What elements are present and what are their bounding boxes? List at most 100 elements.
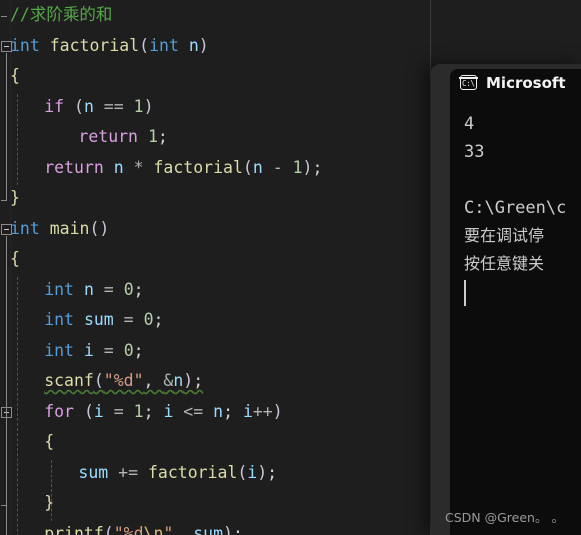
code-line[interactable]: }: [0, 488, 431, 519]
code-token: ): [302, 157, 313, 177]
code-line[interactable]: }: [0, 183, 431, 214]
code-token: "%d: [113, 523, 144, 535]
code-token: int: [44, 310, 74, 329]
terminal-output-line: 按任意键关: [464, 254, 545, 273]
terminal-tab[interactable]: C:\ Microsoft: [450, 69, 581, 96]
code-text-area[interactable]: //求阶乘的和 int factorial(int n){if (n == 1) r…: [0, 0, 431, 535]
code-token: (): [89, 218, 110, 238]
code-token: factorial: [49, 35, 140, 55]
code-line[interactable]: {: [0, 61, 431, 92]
fold-toggle-icon[interactable]: [1, 40, 12, 52]
code-line-content: int factorial(int n): [10, 36, 209, 55]
code-token: ): [272, 401, 283, 421]
cmd-prompt-icon: C:\: [459, 75, 478, 90]
code-token: {: [10, 249, 20, 268]
code-token: sum: [83, 310, 114, 329]
code-token: *: [133, 157, 144, 177]
code-token: i: [163, 401, 174, 421]
code-token: ;: [267, 462, 278, 482]
code-line-content: {: [10, 249, 20, 268]
code-token: (: [139, 35, 150, 55]
indent-guide: [51, 459, 53, 521]
code-token: ,: [173, 523, 194, 535]
code-token: sum: [193, 523, 224, 535]
code-token: return: [78, 127, 138, 146]
code-token: ==: [93, 96, 134, 116]
fold-scope-line: [6, 52, 7, 200]
code-token: 1: [147, 127, 158, 146]
terminal-titlebar[interactable]: C:\ Microsoft: [431, 64, 581, 96]
code-token: 0: [123, 340, 134, 360]
code-token: int: [44, 340, 74, 360]
code-token: =: [103, 401, 134, 421]
code-line[interactable]: return 1;: [0, 122, 431, 153]
terminal-output-line: 4: [464, 114, 475, 134]
code-line[interactable]: int i = 0;: [0, 336, 431, 367]
code-token: ;: [312, 157, 323, 177]
code-line[interactable]: for (i = 1; i <= n; i++): [0, 397, 431, 428]
code-line-content: scanf("%d", &n);: [44, 371, 203, 390]
code-line[interactable]: return n * factorial(n - 1);: [0, 153, 431, 184]
code-token: {: [44, 432, 55, 451]
fold-scope-line: [6, 418, 7, 505]
code-token: factorial: [147, 462, 238, 482]
code-line-content: sum += factorial(i);: [78, 463, 277, 482]
code-line[interactable]: int n = 0;: [0, 275, 431, 306]
code-token: }: [10, 188, 20, 207]
code-line-content: {: [44, 432, 54, 451]
code-token: (: [74, 96, 84, 116]
code-line-content: if (n == 1): [44, 97, 153, 116]
code-token: 1: [133, 401, 144, 421]
code-token: ++: [252, 401, 273, 421]
code-line-content: //求阶乘的和: [10, 5, 112, 24]
code-token: ,: [143, 371, 164, 390]
code-line[interactable]: {: [0, 427, 431, 458]
code-token: i: [247, 462, 258, 482]
terminal-output-line: C:\Green\c: [464, 198, 567, 218]
code-token: 0: [123, 279, 134, 299]
code-token: ": [163, 523, 174, 535]
code-token: (: [93, 371, 104, 390]
code-line[interactable]: printf("%d\n", sum);: [0, 519, 431, 535]
code-line[interactable]: int main(): [0, 214, 431, 245]
code-line[interactable]: //求阶乘的和: [0, 0, 431, 31]
code-line[interactable]: {: [0, 244, 431, 275]
code-line[interactable]: int sum = 0;: [0, 305, 431, 336]
code-line-content: int i = 0;: [44, 341, 143, 360]
code-line[interactable]: int factorial(int n): [0, 31, 431, 62]
code-token: n: [213, 401, 224, 421]
terminal-cursor: [464, 280, 466, 306]
code-token: (: [103, 523, 114, 535]
code-token: i: [242, 401, 253, 421]
fold-scope-start-tick: [1, 16, 7, 17]
code-line-content: {: [10, 66, 20, 85]
screenshot-root: //求阶乘的和 int factorial(int n){if (n == 1) r…: [0, 0, 581, 535]
code-editor[interactable]: //求阶乘的和 int factorial(int n){if (n == 1) r…: [0, 0, 431, 535]
code-token: "%d": [103, 371, 144, 390]
code-line[interactable]: sum += factorial(i);: [0, 458, 431, 489]
code-token: int: [10, 35, 40, 55]
code-token: ): [257, 462, 268, 482]
terminal-output-area[interactable]: 4 33 C:\Green\c 要在调试停 按任意键关: [450, 96, 581, 535]
terminal-window[interactable]: C:\ Microsoft 4 33 C:\Green\c 要在调试停 按任意键关 CS…: [431, 64, 581, 535]
code-line[interactable]: if (n == 1): [0, 92, 431, 123]
code-line[interactable]: scanf("%d", &n);: [0, 366, 431, 397]
code-line-content: return n * factorial(n - 1);: [44, 158, 322, 177]
code-token: n: [83, 279, 94, 299]
code-token: ;: [143, 401, 164, 421]
code-line-content: return 1;: [78, 127, 167, 146]
fold-toggle-icon[interactable]: [1, 223, 12, 235]
fold-scope-end-tick: [1, 200, 7, 201]
code-token: return: [44, 157, 104, 177]
code-token: n: [113, 157, 124, 177]
code-token: =: [93, 340, 124, 360]
code-token: ): [143, 96, 154, 116]
